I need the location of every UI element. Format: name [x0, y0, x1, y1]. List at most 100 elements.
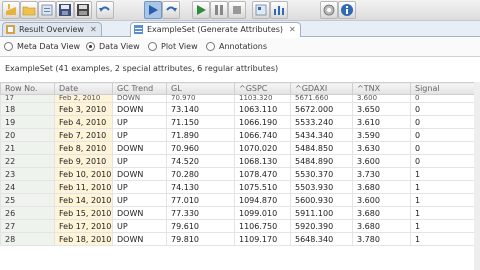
table-cell[interactable]: UP: [112, 154, 167, 168]
table-cell[interactable]: 0: [410, 154, 480, 168]
table-cell[interactable]: 5672.000: [290, 102, 353, 116]
table-cell[interactable]: 1: [410, 193, 480, 207]
table-cell[interactable]: 3.590: [352, 128, 411, 142]
table-cell[interactable]: Feb 9, 2010: [54, 154, 113, 168]
column-header-gl[interactable]: GL: [166, 82, 235, 95]
column-header-row-no[interactable]: Row No.: [0, 82, 55, 95]
table-row[interactable]: 25 Feb 14, 2010 UP 77.010 1094.870 5600.930 3.…: [0, 193, 480, 207]
table-row[interactable]: 23 Feb 10, 2010 DOWN 70.280 1078.470 5530.370…: [0, 167, 480, 181]
table-cell[interactable]: 79.610: [166, 219, 235, 233]
table-cell[interactable]: 77.330: [166, 206, 235, 220]
column-header-gdaxi[interactable]: ^GDAXI: [290, 82, 353, 95]
table-cell[interactable]: 1: [410, 219, 480, 233]
save-as-icon[interactable]: [74, 1, 92, 19]
table-cell[interactable]: 1075.510: [234, 180, 291, 194]
table-cell[interactable]: 1109.170: [234, 232, 291, 246]
table-cell[interactable]: UP: [112, 219, 167, 233]
table-row[interactable]: 20 Feb 7, 2010 UP 71.890 1066.740 5434.340 3.5…: [0, 128, 480, 142]
table-cell[interactable]: Feb 14, 2010: [54, 193, 113, 207]
table-cell[interactable]: Feb 3, 2010: [54, 102, 113, 116]
table-cell[interactable]: 22: [0, 154, 55, 168]
close-icon[interactable]: ✕: [289, 23, 296, 36]
table-cell[interactable]: 3.600: [352, 154, 411, 168]
radio-meta-data-view[interactable]: Meta Data View: [4, 41, 80, 53]
column-header-date[interactable]: Date: [54, 82, 113, 95]
table-cell[interactable]: 1070.020: [234, 141, 291, 155]
table-cell[interactable]: DOWN: [112, 94, 167, 103]
table-cell[interactable]: 23: [0, 167, 55, 181]
table-cell[interactable]: Feb 18, 2010: [54, 232, 113, 246]
table-row[interactable]: 27 Feb 17, 2010 UP 79.610 1106.750 5920.390 3.…: [0, 219, 480, 233]
radio-data-view[interactable]: Data View: [86, 41, 140, 53]
table-cell[interactable]: 1063.110: [234, 102, 291, 116]
table-cell[interactable]: 1: [410, 206, 480, 220]
table-cell[interactable]: 3.610: [352, 115, 411, 129]
perspective-result-icon[interactable]: [270, 1, 288, 19]
table-cell[interactable]: DOWN: [112, 232, 167, 246]
table-cell[interactable]: 3.680: [352, 180, 411, 194]
save-icon[interactable]: [56, 1, 74, 19]
table-cell[interactable]: 20: [0, 128, 55, 142]
table-cell[interactable]: 1: [410, 167, 480, 181]
open-recent-icon[interactable]: [38, 1, 56, 19]
table-cell[interactable]: 70.970: [166, 94, 235, 103]
table-cell[interactable]: 5530.370: [290, 167, 353, 181]
help-icon[interactable]: [338, 1, 356, 19]
table-cell[interactable]: 1: [410, 180, 480, 194]
table-cell[interactable]: 0: [410, 94, 480, 103]
table-cell[interactable]: UP: [112, 128, 167, 142]
table-cell[interactable]: 1068.130: [234, 154, 291, 168]
table-row[interactable]: 19 Feb 4, 2010 UP 71.150 1066.190 5533.240 3.6…: [0, 115, 480, 129]
table-cell[interactable]: 19: [0, 115, 55, 129]
new-process-icon[interactable]: [2, 1, 20, 19]
table-cell[interactable]: DOWN: [112, 102, 167, 116]
table-cell[interactable]: 1103.320: [234, 94, 291, 103]
table-cell[interactable]: 28: [0, 232, 55, 246]
column-header-gspc[interactable]: ^GSPC: [234, 82, 291, 95]
table-cell[interactable]: Feb 10, 2010: [54, 167, 113, 181]
table-cell[interactable]: Feb 17, 2010: [54, 219, 113, 233]
table-cell[interactable]: 74.130: [166, 180, 235, 194]
table-cell[interactable]: 1106.750: [234, 219, 291, 233]
table-row[interactable]: 18 Feb 3, 2010 DOWN 73.140 1063.110 5672.000 3…: [0, 102, 480, 116]
radio-annotations[interactable]: Annotations: [206, 41, 267, 53]
table-cell[interactable]: 3.780: [352, 232, 411, 246]
table-cell[interactable]: UP: [112, 180, 167, 194]
table-row[interactable]: 26 Feb 15, 2010 DOWN 77.330 1099.010 5911.100…: [0, 206, 480, 220]
table-cell[interactable]: 1066.740: [234, 128, 291, 142]
table-cell[interactable]: 0: [410, 102, 480, 116]
table-row[interactable]: 24 Feb 11, 2010 UP 74.130 1075.510 5503.930 3.…: [0, 180, 480, 194]
table-cell[interactable]: 71.890: [166, 128, 235, 142]
table-cell[interactable]: 5648.340: [290, 232, 353, 246]
pause-icon[interactable]: [210, 1, 228, 19]
table-cell[interactable]: DOWN: [112, 141, 167, 155]
column-header-signal[interactable]: Signal: [410, 82, 480, 95]
table-cell[interactable]: 18: [0, 102, 55, 116]
table-cell[interactable]: DOWN: [112, 206, 167, 220]
table-cell[interactable]: 5533.240: [290, 115, 353, 129]
table-cell[interactable]: 17: [0, 94, 55, 103]
table-row[interactable]: 22 Feb 9, 2010 UP 74.520 1068.130 5484.890 3.6…: [0, 154, 480, 168]
table-cell[interactable]: 5671.660: [290, 94, 353, 103]
table-cell[interactable]: 5911.100: [290, 206, 353, 220]
table-cell[interactable]: 1094.870: [234, 193, 291, 207]
table-cell[interactable]: 0: [410, 115, 480, 129]
table-cell[interactable]: DOWN: [112, 167, 167, 181]
table-cell[interactable]: 3.600: [352, 94, 411, 103]
vertical-scrollbar[interactable]: [474, 82, 480, 270]
settings-icon[interactable]: [320, 1, 338, 19]
tab-result-overview[interactable]: Result Overview ✕: [2, 22, 102, 36]
table-cell[interactable]: 5920.390: [290, 219, 353, 233]
table-cell[interactable]: 0: [410, 141, 480, 155]
table-cell[interactable]: 79.810: [166, 232, 235, 246]
table-row[interactable]: 21 Feb 8, 2010 DOWN 70.960 1070.020 5484.850 3…: [0, 141, 480, 155]
column-header-tnx[interactable]: ^TNX: [352, 82, 411, 95]
table-cell[interactable]: 74.520: [166, 154, 235, 168]
table-cell[interactable]: Feb 11, 2010: [54, 180, 113, 194]
table-cell[interactable]: 1078.470: [234, 167, 291, 181]
table-cell[interactable]: Feb 4, 2010: [54, 115, 113, 129]
column-header-gc-trend[interactable]: GC Trend: [112, 82, 167, 95]
table-cell[interactable]: 73.140: [166, 102, 235, 116]
table-cell[interactable]: UP: [112, 193, 167, 207]
table-cell[interactable]: 71.150: [166, 115, 235, 129]
